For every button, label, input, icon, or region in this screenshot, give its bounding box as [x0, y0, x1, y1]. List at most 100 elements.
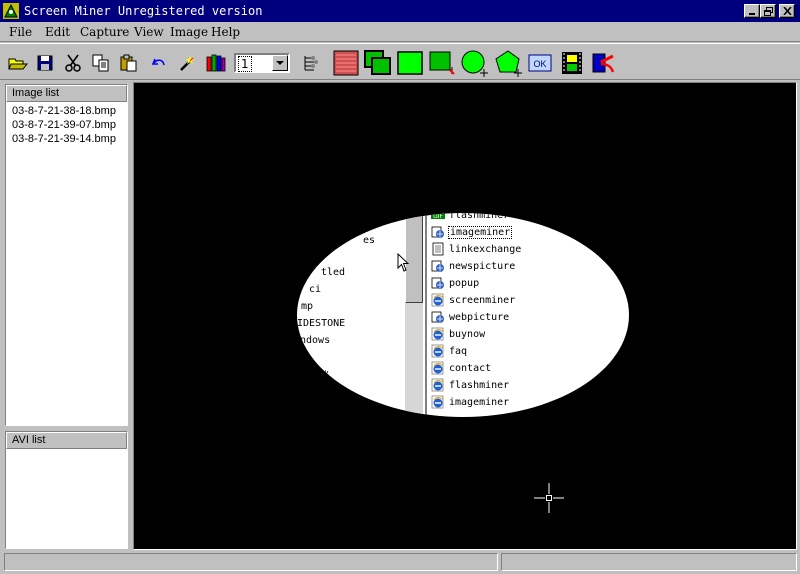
list-item: flashminer	[431, 377, 510, 393]
list-item: webpicture	[431, 309, 510, 325]
ie-icon	[431, 395, 444, 409]
menu-help[interactable]: Help	[211, 25, 240, 39]
capture-window-button[interactable]	[364, 50, 392, 76]
capture-ellipse-icon	[461, 50, 488, 77]
menu-image[interactable]: Image	[170, 25, 208, 39]
pen-width-select[interactable]: 1	[234, 53, 290, 73]
paste-icon	[120, 54, 137, 72]
folder-label: buynow	[449, 328, 486, 340]
folder-label: flashminer	[449, 379, 510, 391]
mouse-cursor-icon	[397, 253, 410, 272]
list-item: linkexchange	[431, 241, 522, 257]
capture-rectangle-button[interactable]	[396, 50, 424, 76]
cut-button[interactable]	[62, 52, 84, 74]
list-item: popup	[431, 275, 480, 291]
folder-label: imageminer	[449, 396, 510, 408]
app-icon[interactable]	[3, 3, 19, 19]
ok-button[interactable]: OK	[528, 53, 552, 73]
menu-bar: File Edit Capture View Image Help	[0, 22, 800, 42]
menu-capture[interactable]: Capture	[80, 25, 129, 39]
options-icon	[304, 56, 318, 71]
menu-view[interactable]: View	[134, 25, 164, 39]
undo-icon	[151, 58, 165, 66]
crosshair-cursor-icon	[534, 483, 564, 513]
exit-button[interactable]	[590, 50, 616, 76]
capture-window-icon	[364, 50, 391, 75]
avi-list-panel[interactable]: AVI list	[5, 431, 128, 549]
preview-fragment: es	[363, 235, 376, 246]
pencils-icon	[206, 54, 226, 72]
ie-icon	[431, 361, 444, 375]
exit-icon	[592, 53, 615, 73]
avi-capture-button[interactable]	[560, 50, 584, 76]
pencils-button[interactable]	[205, 52, 227, 74]
image-list-header: Image list	[6, 85, 127, 102]
preview-fragment: ndows	[300, 335, 331, 346]
menu-file[interactable]: File	[9, 25, 32, 39]
web-folder-icon	[431, 277, 444, 289]
pen-width-dropdown-button[interactable]	[272, 55, 288, 71]
magic-wand-button[interactable]	[176, 52, 198, 74]
paste-button[interactable]	[118, 52, 140, 74]
cut-icon	[65, 54, 81, 72]
capture-freehand-button[interactable]	[428, 50, 456, 76]
status-pane-main	[4, 553, 498, 571]
ie-icon	[431, 327, 444, 341]
close-icon	[782, 7, 792, 15]
avi-capture-icon	[562, 52, 582, 74]
list-item: faq	[431, 343, 468, 359]
list-item: GIF flashminer	[431, 213, 510, 223]
list-item[interactable]: 03-8-7-21-38-18.bmp	[12, 105, 116, 117]
copy-button[interactable]	[90, 52, 112, 74]
capture-fullscreen-button[interactable]	[333, 50, 359, 76]
ie-icon	[431, 293, 444, 307]
folder-label: faq	[449, 345, 468, 357]
web-folder-icon	[431, 311, 444, 323]
preview-fragment: tled	[321, 267, 346, 278]
list-item: imageminer	[431, 394, 510, 410]
restore-button[interactable]	[760, 4, 776, 18]
preview-fragment: mp	[301, 301, 314, 312]
pen-width-value: 1	[238, 56, 252, 72]
minimize-icon	[749, 13, 755, 15]
capture-ellipse-button[interactable]	[460, 49, 490, 77]
toolbar: 1 OK	[0, 43, 800, 80]
image-list-panel[interactable]: Image list 03-8-7-21-38-18.bmp 03-8-7-21…	[5, 84, 128, 426]
capture-viewport[interactable]: es tled ci mp IDESTONE ndows 档 GIF flashm…	[133, 82, 797, 550]
folder-label: webpicture	[449, 311, 510, 323]
list-item[interactable]: 03-8-7-21-39-07.bmp	[12, 119, 116, 131]
title-bar[interactable]: Screen Miner Unregistered version	[0, 0, 800, 22]
preview-fragment: IDESTONE	[297, 318, 346, 329]
menu-edit[interactable]: Edit	[45, 25, 70, 39]
magic-wand-icon	[180, 56, 194, 71]
undo-button[interactable]	[148, 52, 170, 74]
list-item: buynow	[431, 326, 486, 342]
copy-icon	[92, 54, 109, 72]
options-button[interactable]	[300, 52, 322, 74]
restore-icon	[763, 6, 773, 16]
preview-scrollbar	[405, 213, 423, 417]
capture-fullscreen-icon	[333, 50, 359, 76]
close-button[interactable]	[779, 4, 795, 18]
open-icon	[8, 58, 28, 70]
svg-text:GIF: GIF	[433, 213, 443, 220]
folder-label: flashminer	[449, 213, 510, 221]
preview-divider	[425, 213, 427, 417]
avi-list-header: AVI list	[6, 432, 127, 449]
web-folder-icon	[431, 260, 444, 272]
capture-freehand-icon	[429, 51, 455, 75]
svg-text:OK: OK	[533, 59, 546, 69]
minimize-button[interactable]	[744, 4, 760, 18]
list-item: screenminer	[431, 292, 516, 308]
open-button[interactable]	[7, 52, 29, 74]
capture-polygon-button[interactable]	[494, 49, 524, 77]
web-folder-icon	[431, 226, 444, 238]
save-button[interactable]	[34, 52, 56, 74]
ie-icon	[431, 378, 444, 392]
status-pane-secondary	[501, 553, 797, 571]
preview-fragment: 档	[319, 371, 329, 382]
list-item[interactable]: 03-8-7-21-39-14.bmp	[12, 133, 116, 145]
folder-label: imageminer	[448, 225, 513, 239]
window-title: Screen Miner Unregistered version	[24, 4, 263, 18]
list-item: contact	[431, 360, 492, 376]
